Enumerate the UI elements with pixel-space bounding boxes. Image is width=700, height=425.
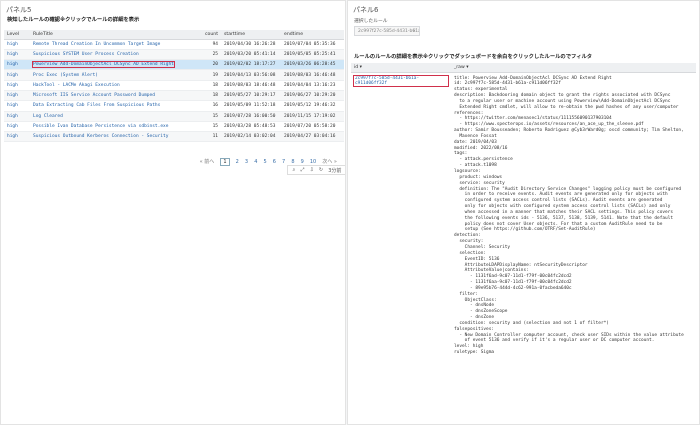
export-icon[interactable]: ⇩ — [310, 167, 314, 173]
expand-icon[interactable]: ⤢ — [300, 167, 304, 173]
table-row[interactable]: high Log Cleared 15 2019/07/28 16:00:50 2019… — [4, 111, 344, 122]
panel-6: パネル6 選択したルール 2c997f27c-585d-4431-b61a-c3… — [347, 0, 700, 425]
column-header-count[interactable]: count — [195, 30, 221, 40]
endtime-cell: 2019/07/04 05:35:36 — [281, 39, 344, 50]
rule-title-cell[interactable]: Data Extracting Cab Files From Suspiciou… — [30, 100, 195, 112]
selected-rule-dropdown[interactable]: 2c997f27c-585d-4431-b61a-c3117d06f73f × — [354, 26, 420, 36]
panel-toolbar: ⌕ ⤢ ⇩ ↻ 3分前 — [287, 165, 345, 175]
column-header-raw[interactable]: _raw ▾ — [451, 63, 696, 73]
count-cell: 19 — [195, 69, 221, 81]
count-cell: 11 — [195, 131, 221, 143]
rule-title-cell[interactable]: Remote Thread Creation In Uncommon Targe… — [30, 39, 195, 50]
starttime-cell: 2019/07/28 16:00:50 — [221, 111, 281, 122]
last-refresh-age: 3分前 — [328, 167, 342, 174]
pager-page-6[interactable]: 6 — [273, 159, 276, 165]
table-row[interactable]: high Possible Ivan Database Persistence v… — [4, 121, 344, 133]
column-header-ruletitle[interactable]: RuleTitle — [30, 30, 195, 40]
endtime-cell: 2019/11/15 17:19:02 — [281, 111, 344, 122]
starttime-cell: 2019/05/09 11:52:18 — [221, 100, 281, 112]
detail-row[interactable]: 2c997f7c-585d-4431-b61a-c911d06ff32f tit… — [351, 72, 696, 359]
pager-prev[interactable]: « 前へ — [200, 158, 215, 165]
endtime-cell: 2019/04/27 03:04:16 — [281, 131, 344, 143]
table-row[interactable]: high Remote Thread Creation In Uncommon T… — [4, 39, 344, 50]
count-cell: 94 — [195, 39, 221, 50]
level-cell: high — [4, 111, 30, 122]
table-row[interactable]: high HackTool - LACMe Akagi Execution 18 20… — [4, 80, 344, 91]
starttime-cell: 2019/02/02 18:17:27 — [221, 59, 281, 71]
table-row[interactable]: high Powerview Add-DomainObjectAcl DCSync… — [4, 59, 344, 71]
table-row[interactable]: high Suspicious SYSTEM User Process Creat… — [4, 49, 344, 61]
selected-rule-title[interactable]: Powerview Add-DomainObjectAcl DCSync AD … — [32, 61, 175, 69]
starttime-cell: 2019/03/28 05:48:53 — [221, 121, 281, 133]
rule-title-cell[interactable]: Log Cleared — [30, 111, 195, 122]
level-cell: high — [4, 80, 30, 91]
clear-icon[interactable]: × — [412, 29, 416, 34]
rule-title-cell[interactable]: Proc Exec (System Alert) — [30, 69, 195, 81]
count-cell: 16 — [195, 100, 221, 112]
count-cell: 15 — [195, 121, 221, 133]
starttime-cell: 2019/02/14 03:02:04 — [221, 131, 281, 143]
rule-title-cell[interactable]: Microsoft IIS Service Account Password D… — [30, 90, 195, 102]
panel-5-subtitle: 検知したルールの確認※クリックでルールの詳細を表示 — [7, 17, 140, 23]
level-cell: high — [4, 59, 30, 71]
table-row[interactable]: high Data Extracting Cab Files From Suspi… — [4, 100, 344, 112]
level-cell: high — [4, 39, 30, 50]
selected-rule-value: 2c997f27c-585d-4431-b61a-c3117d06f73f — [358, 29, 419, 34]
panel-5-title: パネル5 — [6, 6, 32, 14]
pager-page-5[interactable]: 5 — [263, 159, 266, 165]
endtime-cell: 2019/05/12 19:46:32 — [281, 100, 344, 112]
count-cell: 18 — [195, 90, 221, 102]
level-cell: high — [4, 121, 30, 133]
level-cell: high — [4, 100, 30, 112]
pager-page-4[interactable]: 4 — [254, 159, 257, 165]
count-cell: 25 — [195, 49, 221, 61]
count-cell: 18 — [195, 80, 221, 91]
endtime-cell: 2019/08/03 16:46:48 — [281, 69, 344, 81]
rule-raw-yaml: title: Powerview Add-DomainObjectAcl DCS… — [454, 75, 684, 356]
rule-detail-table: id ▾ _raw ▾ 2c997f7c-585d-4431-b61a-c911… — [351, 63, 696, 359]
panel-6-subtitle: ルールのルールの詳細を表示※クリックでダッシュボードを余白をクリックしたルールの… — [354, 54, 593, 60]
pager-page-1[interactable]: 1 — [220, 158, 230, 166]
column-header-endtime[interactable]: endtime — [281, 30, 344, 40]
refresh-icon[interactable]: ↻ — [319, 167, 323, 173]
rule-title-cell[interactable]: HackTool - LACMe Akagi Execution — [30, 80, 195, 91]
selected-rule-label: 選択したルール — [354, 19, 388, 24]
column-header-starttime[interactable]: starttime — [221, 30, 281, 40]
starttime-cell: 2019/04/13 03:56:08 — [221, 69, 281, 81]
rule-title-cell[interactable]: Possible Ivan Database Persistence via s… — [30, 121, 195, 133]
level-cell: high — [4, 90, 30, 102]
pager-page-7[interactable]: 7 — [282, 159, 285, 165]
endtime-cell: 2019/03/26 06:28:45 — [281, 59, 344, 71]
pager-next[interactable]: 次へ » — [322, 158, 337, 165]
rule-summary-table: Level RuleTitle count starttime endtime … — [4, 30, 344, 143]
starttime-cell: 2019/04/30 16:26:28 — [221, 39, 281, 50]
rule-title-cell[interactable]: Suspicious Outbound Kerberos Connection … — [30, 131, 195, 143]
count-cell: 20 — [195, 59, 221, 71]
pager-page-3[interactable]: 3 — [245, 159, 248, 165]
endtime-cell: 2019/06/27 10:29:20 — [281, 90, 344, 102]
rule-id-cell[interactable]: 2c997f7c-585d-4431-b61a-c911d06ff32f — [353, 74, 449, 87]
rule-title-cell[interactable]: Suspicious SYSTEM User Process Creation — [30, 49, 195, 61]
level-cell: high — [4, 131, 30, 143]
pager-page-2[interactable]: 2 — [236, 159, 239, 165]
search-icon[interactable]: ⌕ — [293, 167, 296, 173]
table-row[interactable]: high Proc Exec (System Alert) 19 2019/04/13… — [4, 69, 344, 81]
table-row[interactable]: high Microsoft IIS Service Account Passwo… — [4, 90, 344, 102]
table-row[interactable]: high Suspicious Outbound Kerberos Connect… — [4, 131, 344, 143]
starttime-cell: 2019/03/20 05:41:14 — [221, 49, 281, 61]
panel-5: パネル5 検知したルールの確認※クリックでルールの詳細を表示 Level Rul… — [0, 0, 346, 425]
endtime-cell: 2019/04/04 13:16:23 — [281, 80, 344, 91]
count-cell: 15 — [195, 111, 221, 122]
column-header-id[interactable]: id ▾ — [351, 63, 451, 73]
endtime-cell: 2019/05/05 05:25:41 — [281, 49, 344, 61]
level-cell: high — [4, 49, 30, 61]
rule-title-cell[interactable]: Powerview Add-DomainObjectAcl DCSync AD … — [30, 59, 195, 71]
starttime-cell: 2019/05/27 10:29:17 — [221, 90, 281, 102]
panel-6-title: パネル6 — [353, 6, 379, 14]
starttime-cell: 2019/08/03 18:46:48 — [221, 80, 281, 91]
column-header-level[interactable]: Level — [4, 30, 30, 40]
level-cell: high — [4, 69, 30, 81]
endtime-cell: 2019/07/20 05:58:20 — [281, 121, 344, 133]
